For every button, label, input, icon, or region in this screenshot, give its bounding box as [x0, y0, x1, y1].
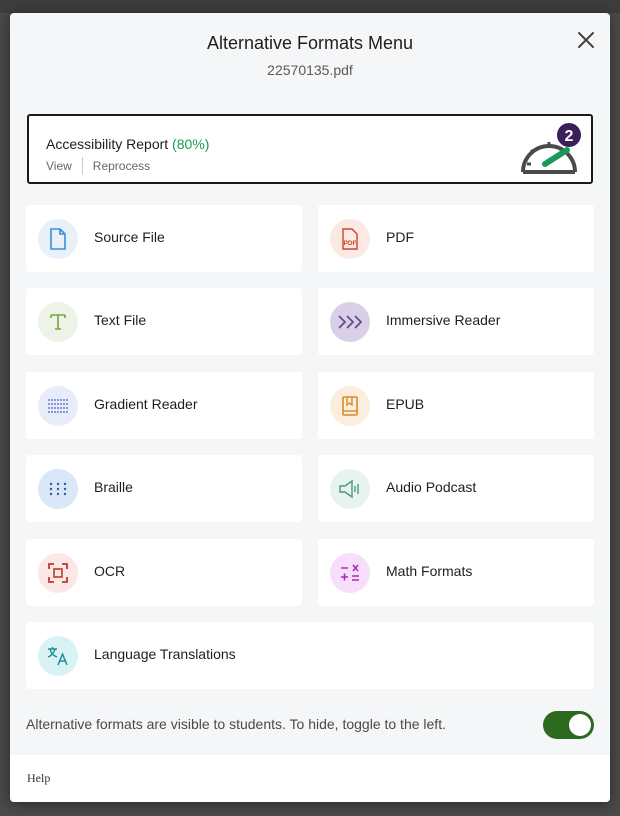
report-score: (80%) — [172, 136, 210, 152]
format-epub[interactable]: EPUB — [318, 372, 594, 439]
braille-icon — [38, 469, 78, 509]
lines-icon — [38, 386, 78, 426]
book-icon — [330, 386, 370, 426]
format-label: Language Translations — [94, 646, 236, 662]
divider — [81, 157, 83, 175]
format-immersive-reader[interactable]: Immersive Reader — [318, 288, 594, 355]
dialog-title: Alternative Formats Menu — [206, 33, 414, 53]
format-label: Immersive Reader — [386, 312, 501, 328]
close-button[interactable] — [576, 30, 596, 50]
format-label: OCR — [94, 563, 126, 579]
visibility-note: Alternative formats are visible to stude… — [26, 716, 446, 732]
format-label: Math Formats — [386, 563, 473, 579]
file-icon — [38, 219, 78, 259]
translate-icon — [38, 636, 78, 676]
speaker-icon — [330, 469, 370, 509]
format-source-file[interactable]: Source File — [26, 205, 302, 272]
format-label: Text File — [94, 312, 147, 328]
report-actions: View Reprocess — [46, 157, 150, 175]
format-ocr[interactable]: OCR — [26, 539, 302, 606]
toggle-knob — [569, 714, 591, 736]
format-label: Audio Podcast — [386, 479, 477, 495]
visibility-toggle[interactable] — [543, 711, 594, 739]
format-label: Braille — [94, 479, 133, 495]
gauge-icon: 2 — [521, 123, 581, 174]
report-badge: 2 — [565, 128, 574, 145]
help-link[interactable]: Help — [27, 771, 50, 786]
format-label: Gradient Reader — [94, 396, 198, 412]
format-label: Source File — [94, 229, 165, 245]
format-math-formats[interactable]: Math Formats — [318, 539, 594, 606]
report-label: Accessibility Report — [46, 136, 169, 152]
format-label: EPUB — [386, 396, 425, 412]
format-language-translations[interactable]: Language Translations — [26, 622, 594, 689]
view-report-link[interactable]: View — [46, 159, 72, 173]
chevrons-icon — [330, 302, 370, 342]
background-top — [0, 0, 620, 13]
pdf-icon: PDF — [330, 219, 370, 259]
file-name: 22570135.pdf — [267, 62, 353, 78]
format-gradient-reader[interactable]: Gradient Reader — [26, 372, 302, 439]
text-t-icon — [38, 302, 78, 342]
scan-icon — [38, 553, 78, 593]
format-text-file[interactable]: Text File — [26, 288, 302, 355]
alternative-formats-dialog: Alternative Formats Menu 22570135.pdf Ac… — [10, 13, 610, 802]
accessibility-report-card: Accessibility Report (80%) View Reproces… — [27, 114, 593, 184]
close-icon — [578, 32, 594, 48]
format-label: PDF — [386, 229, 414, 245]
format-audio-podcast[interactable]: Audio Podcast — [318, 455, 594, 522]
math-icon — [330, 553, 370, 593]
report-title: Accessibility Report (80%) — [46, 136, 209, 152]
help-bar: Help — [10, 755, 610, 802]
reprocess-link[interactable]: Reprocess — [93, 159, 150, 173]
format-braille[interactable]: Braille — [26, 455, 302, 522]
format-pdf[interactable]: PDF PDF — [318, 205, 594, 272]
svg-text:PDF: PDF — [344, 240, 357, 247]
